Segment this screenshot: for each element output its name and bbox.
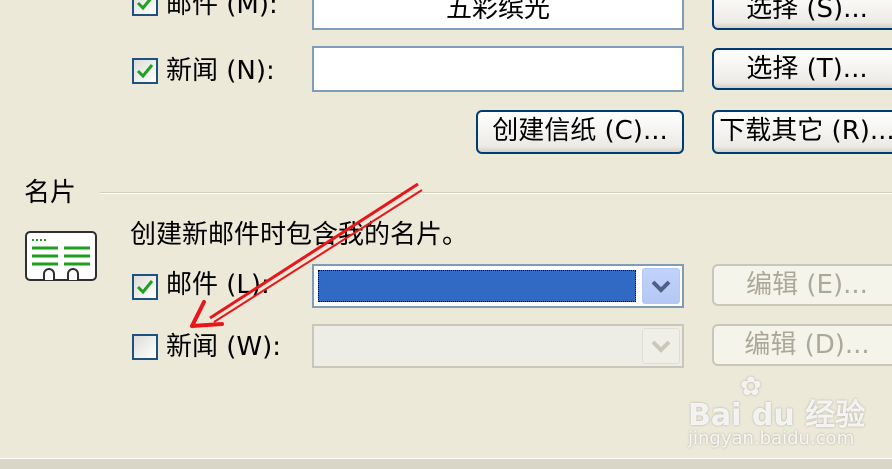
- dialog-bottom-edge: [0, 458, 892, 469]
- watermark-url: jingyan.baidu.com: [688, 428, 855, 449]
- watermark-logo: ✿ Bai du 经验 jingyan.baidu.com: [688, 372, 888, 452]
